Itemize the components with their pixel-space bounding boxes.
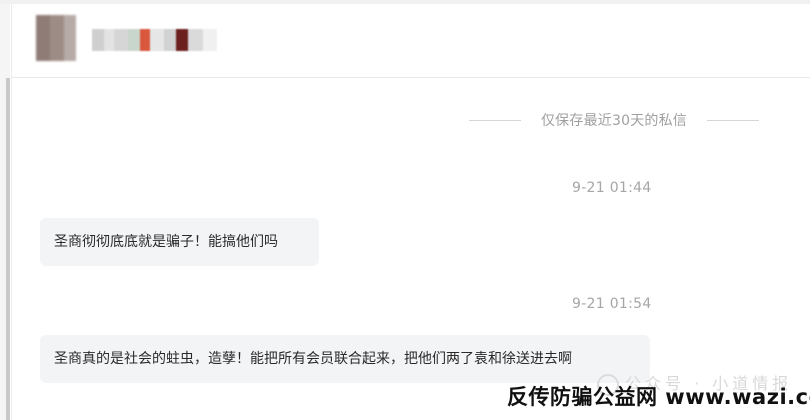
- message-timestamp: 9-21 01:44: [572, 180, 652, 196]
- message-bubble[interactable]: 圣商彻彻底底就是骗子！能搞他们吗: [40, 218, 319, 266]
- message-bubble[interactable]: 圣商真的是社会的蛀虫，造孽！能把所有会员联合起来，把他们两了袁和徐送进去啊: [40, 335, 650, 383]
- contact-name-obscured[interactable]: [92, 29, 217, 51]
- message-timestamp: 9-21 01:54: [572, 296, 652, 312]
- site-watermark: 反传防骗公益网 www.wazi.cc: [507, 385, 810, 409]
- notice-divider-right: [706, 119, 759, 121]
- contact-avatar[interactable]: [36, 15, 76, 61]
- chat-window: 仅保存最近30天的私信 9-21 01:44 圣商彻彻底底就是骗子！能搞他们吗 …: [11, 4, 810, 420]
- message-list: 仅保存最近30天的私信 9-21 01:44 圣商彻彻底底就是骗子！能搞他们吗 …: [12, 78, 810, 420]
- chat-header: [12, 4, 810, 78]
- retention-notice: 仅保存最近30天的私信: [469, 108, 759, 132]
- left-scroll-rule: [6, 78, 10, 420]
- notice-text: 仅保存最近30天的私信: [540, 113, 687, 129]
- notice-divider-left: [469, 119, 521, 121]
